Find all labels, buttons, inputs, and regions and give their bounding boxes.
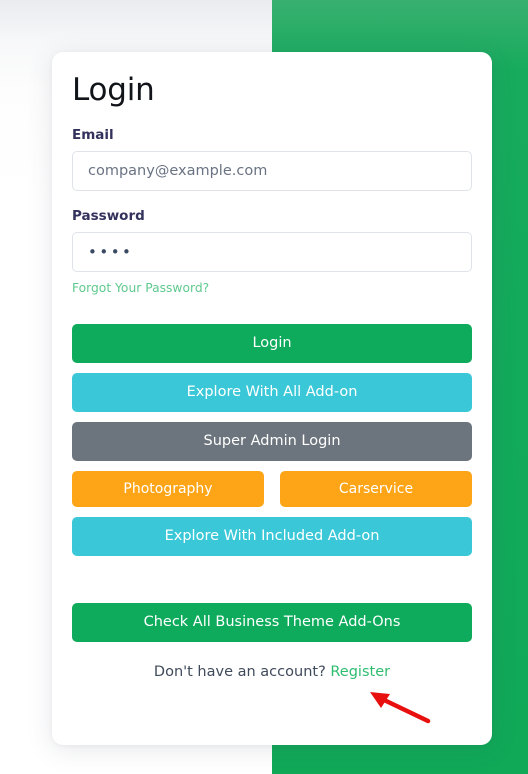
login-button[interactable]: Login [72, 324, 472, 363]
email-input[interactable] [72, 151, 472, 191]
carservice-button[interactable]: Carservice [280, 471, 472, 507]
register-link[interactable]: Register [330, 664, 390, 680]
explore-with-included-addon-button[interactable]: Explore With Included Add-on [72, 517, 472, 556]
register-prompt: Don't have an account? Register [72, 662, 472, 682]
forgot-password-link[interactable]: Forgot Your Password? [72, 280, 209, 296]
login-card: Login Email Password •••• Forgot Your Pa… [52, 52, 492, 745]
check-all-business-theme-addons-button[interactable]: Check All Business Theme Add-Ons [72, 603, 472, 642]
super-admin-login-button[interactable]: Super Admin Login [72, 422, 472, 461]
password-label: Password [72, 208, 145, 224]
screen: Login Email Password •••• Forgot Your Pa… [0, 0, 528, 774]
password-input[interactable]: •••• [72, 232, 472, 272]
password-masked-value: •••• [88, 243, 134, 261]
explore-with-all-addon-button[interactable]: Explore With All Add-on [72, 373, 472, 412]
photography-button[interactable]: Photography [72, 471, 264, 507]
page-title: Login [72, 72, 155, 108]
email-label: Email [72, 127, 114, 143]
theme-demo-button-row: Photography Carservice [72, 471, 472, 507]
login-card-content: Login Email Password •••• Forgot Your Pa… [72, 52, 472, 682]
register-prompt-text: Don't have an account? [153, 664, 326, 680]
